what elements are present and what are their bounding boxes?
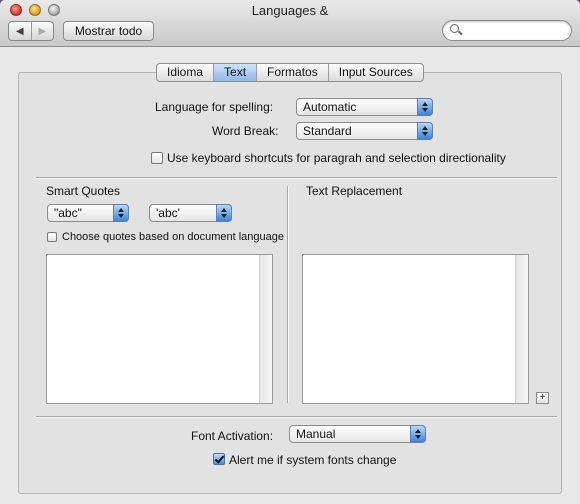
smart-quotes-list[interactable] (46, 254, 273, 404)
font-activation-popup[interactable]: Manual (289, 425, 426, 443)
text-replacement-heading: Text Replacement (306, 184, 403, 198)
tab-bar: Idioma Text Formatos Input Sources (156, 63, 424, 82)
font-activation-value: Manual (296, 427, 336, 441)
popup-arrows-icon (417, 122, 433, 140)
show-all-button[interactable]: Mostrar todo (63, 21, 154, 41)
spelling-language-popup[interactable]: Automatic (296, 98, 433, 116)
word-break-popup[interactable]: Standard (296, 122, 433, 140)
tab-idioma[interactable]: Idioma (157, 64, 213, 81)
document-language-checkbox[interactable] (47, 232, 57, 242)
single-quotes-popup[interactable]: 'abc' (149, 204, 232, 222)
word-break-value: Standard (303, 124, 352, 138)
popup-arrows-icon (410, 425, 426, 443)
preferences-window: Languages & ◀ ▶ Mostrar todo Idioma Text… (0, 0, 580, 504)
word-break-label: Word Break: (212, 124, 279, 138)
window-title: Languages & (251, 3, 329, 18)
spelling-language-label: Language for spelling: (155, 100, 274, 114)
search-icon (450, 24, 459, 33)
text-replacement-list[interactable] (302, 254, 529, 404)
tab-formatos[interactable]: Formatos (256, 64, 328, 81)
keyboard-shortcuts-label: Use keyboard shortcuts for paragrah and … (167, 151, 506, 165)
keyboard-shortcuts-checkbox[interactable] (151, 152, 163, 164)
alert-fonts-checkbox[interactable] (213, 453, 225, 465)
search-input[interactable] (463, 23, 567, 39)
smart-quotes-heading: Smart Quotes (46, 184, 121, 198)
popup-arrows-icon (216, 204, 232, 222)
single-quotes-value: 'abc' (156, 206, 180, 220)
font-activation-label: Font Activation: (191, 429, 274, 443)
tab-input-sources[interactable]: Input Sources (327, 64, 423, 81)
title-bar: Languages & ◀ ▶ Mostrar todo (0, 0, 580, 47)
navigation-buttons: ◀ ▶ (8, 21, 54, 41)
vertical-scrollbar[interactable] (515, 255, 528, 403)
popup-arrows-icon (417, 98, 433, 116)
back-icon[interactable]: ◀ (9, 22, 31, 40)
section-divider (36, 177, 557, 179)
tab-text[interactable]: Text (213, 64, 257, 81)
column-divider (287, 186, 289, 403)
popup-arrows-icon (113, 204, 129, 222)
search-field[interactable] (442, 20, 572, 41)
vertical-scrollbar[interactable] (259, 255, 272, 403)
spelling-language-value: Automatic (303, 100, 357, 114)
double-quotes-value: "abc" (54, 206, 82, 220)
section-divider (36, 416, 557, 418)
forward-icon[interactable]: ▶ (30, 22, 54, 40)
add-replacement-button[interactable]: + (536, 392, 549, 404)
document-language-label: Choose quotes based on document language (62, 231, 285, 243)
double-quotes-popup[interactable]: "abc" (47, 204, 129, 222)
alert-fonts-label: Alert me if system fonts change (229, 453, 397, 467)
